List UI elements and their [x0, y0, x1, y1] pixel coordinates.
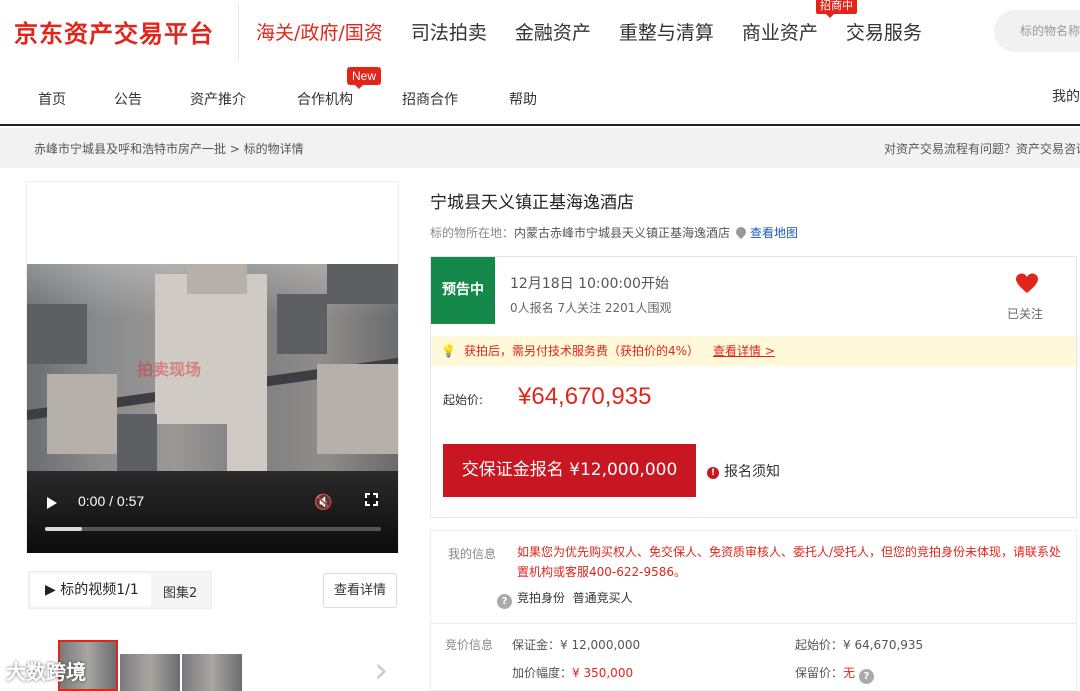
nav-restructuring[interactable]: 重整与清算: [619, 18, 714, 45]
breadcrumb[interactable]: 赤峰市宁城县及呼和浩特市房产一批 > 标的物详情: [34, 140, 304, 157]
thumbnail-2[interactable]: [120, 654, 180, 691]
logo-divider: [238, 4, 239, 60]
bid-info-label: 竞价信息: [445, 638, 494, 652]
auction-stats: 0人报名 7人关注 2201人围观: [510, 301, 672, 315]
video-watermark: 拍卖现场: [137, 360, 202, 379]
top-header: 京东资产交易平台 海关/政府/国资 司法拍卖 金融资产 重整与清算 商业资产 交…: [0, 0, 1080, 64]
deposit-label: 保证金：: [512, 638, 561, 652]
mute-icon[interactable]: 🔇: [314, 493, 333, 511]
search-input[interactable]: 标的物名称: [994, 10, 1080, 52]
tab-video[interactable]: ▶ 标的视频1/1: [31, 574, 151, 606]
my-info-message: 如果您为优先购买权人、免交保人、免资质审核人、委托人/受托人，但您的竞拍身份未体…: [517, 545, 1062, 579]
subnav-partners[interactable]: 合作机构: [297, 89, 353, 109]
help-consult-link[interactable]: 对资产交易流程有问题？资产交易咨询: [884, 140, 1080, 157]
video-controls: 0:00 / 0:57 🔇: [27, 471, 398, 553]
subnav-asset-promotion[interactable]: 资产推介: [190, 89, 246, 109]
alert-icon: !: [707, 467, 719, 479]
increment-field: 加价幅度：¥ 350,000: [512, 664, 633, 681]
view-map-link[interactable]: 查看地图: [750, 226, 798, 240]
tab-gallery[interactable]: 图集2: [163, 582, 197, 601]
nav-commercial-assets[interactable]: 商业资产: [742, 18, 818, 45]
sub-nav: 首页 公告 资产推介 合作机构 招商合作 帮助: [0, 64, 1080, 126]
play-icon[interactable]: [47, 497, 57, 509]
item-title: 宁城县天义镇正基海逸酒店: [430, 193, 634, 213]
reserve-question-icon[interactable]: ?: [858, 669, 874, 684]
subnav-announcements[interactable]: 公告: [114, 89, 142, 109]
nav-judicial-auction[interactable]: 司法拍卖: [411, 18, 487, 45]
my-info-panel: 我的信息 如果您为优先购买权人、免交保人、免资质审核人、委托人/受托人，但您的竞…: [430, 530, 1077, 624]
start-price-value: ¥64,670,935: [518, 383, 652, 410]
video-player[interactable]: 拍卖现场 0:00 / 0:57 🔇: [27, 264, 398, 553]
subnav-investment[interactable]: 招商合作: [402, 89, 458, 109]
breadcrumb-bar: 赤峰市宁城县及呼和浩特市房产一批 > 标的物详情 对资产交易流程有问题？资产交易…: [0, 128, 1080, 168]
bid-start-value: ¥ 64,670,935: [843, 638, 924, 652]
fullscreen-icon[interactable]: [364, 492, 379, 507]
my-info-label: 我的信息: [448, 547, 497, 561]
reserve-value: 无: [843, 666, 856, 680]
fee-notice: 💡 获拍后，需另付技术服务费（获拍价的4%） 查看详情 >: [431, 336, 1076, 366]
identity-label: 竞拍身份: [517, 591, 566, 605]
video-progress-bar[interactable]: [45, 527, 381, 531]
location-label: 标的物所在地：: [430, 226, 515, 240]
bidder-identity: ? 竞拍身份 普通竞买人: [497, 589, 633, 609]
video-time: 0:00 / 0:57: [78, 493, 145, 509]
thumbnail-strip: › 大数跨境: [0, 640, 400, 691]
fee-notice-text: 获拍后，需另付技术服务费（获拍价的4%）: [463, 344, 699, 358]
subnav-home[interactable]: 首页: [38, 89, 66, 109]
nav-trading-services[interactable]: 交易服务: [846, 18, 922, 45]
auction-start-time: 12月18日 10:00:00开始: [510, 276, 669, 292]
increment-label: 加价幅度：: [512, 666, 573, 680]
start-price-label: 起始价:: [443, 393, 484, 407]
bid-start-label: 起始价：: [795, 638, 844, 652]
deposit-field: 保证金：¥ 12,000,000: [512, 636, 640, 653]
main-nav: 海关/政府/国资 司法拍卖 金融资产 重整与清算 商业资产 交易服务: [256, 18, 950, 45]
followed-label[interactable]: 已关注: [1007, 305, 1043, 322]
new-badge: New: [347, 67, 382, 89]
nav-customs-government[interactable]: 海关/政府/国资: [256, 18, 383, 45]
video-progress-fill: [45, 527, 82, 531]
item-location: 标的物所在地：内蒙古赤峰市宁城县天义镇正基海逸酒店 查看地图: [430, 224, 798, 241]
question-icon[interactable]: ?: [497, 594, 512, 609]
registration-notice-link[interactable]: ! 报名须知: [707, 461, 780, 481]
pay-deposit-register-button[interactable]: 交保证金报名 ¥12,000,000: [443, 444, 696, 497]
video-frame-image: 拍卖现场: [27, 264, 398, 471]
thumbnail-3[interactable]: [182, 654, 242, 691]
registration-notice-label: 报名须知: [724, 464, 780, 480]
reserve-label: 保留价：: [795, 666, 844, 680]
chevron-right-icon[interactable]: ›: [374, 650, 388, 691]
nav-financial-assets[interactable]: 金融资产: [515, 18, 591, 45]
reserve-field: 保留价：无 ?: [795, 664, 879, 684]
lightbulb-icon: 💡: [441, 344, 456, 358]
heart-icon[interactable]: [1015, 272, 1039, 296]
start-price-field: 起始价：¥ 64,670,935: [795, 636, 923, 653]
subnav-help[interactable]: 帮助: [509, 89, 537, 109]
map-pin-icon: [733, 224, 749, 240]
fee-details-link[interactable]: 查看详情 >: [713, 344, 775, 358]
view-details-button[interactable]: 查看详情: [323, 573, 397, 608]
status-badge: 预告中: [431, 257, 495, 324]
location-address: 内蒙古赤峰市宁城县天义镇正基海逸酒店: [514, 226, 731, 240]
site-logo[interactable]: 京东资产交易平台: [14, 14, 214, 49]
bid-info-panel: 竞价信息 保证金：¥ 12,000,000 起始价：¥ 64,670,935 加…: [430, 624, 1077, 691]
increment-value: ¥ 350,000: [572, 666, 634, 680]
identity-value: 普通竞买人: [572, 591, 633, 605]
my-account-link[interactable]: 我的: [1052, 86, 1080, 106]
auction-panel: 预告中 12月18日 10:00:00开始 0人报名 7人关注 2201人围观 …: [430, 256, 1077, 518]
recruiting-badge: 招商中: [816, 0, 857, 18]
brand-watermark: 大数跨境: [6, 660, 86, 684]
media-tabs: ▶ 标的视频1/1 图集2: [28, 571, 212, 609]
deposit-value: ¥ 12,000,000: [560, 638, 641, 652]
